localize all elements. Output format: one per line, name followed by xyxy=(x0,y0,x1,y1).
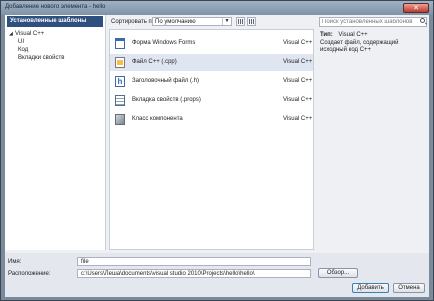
tree-item-code[interactable]: Код xyxy=(9,46,64,54)
title-bar[interactable]: Добавление нового элемента - hello ✕ xyxy=(1,1,433,15)
tree-item-property-sheets[interactable]: Вкладки свойств xyxy=(9,54,64,62)
list-view-icon xyxy=(249,19,254,24)
installed-templates-panel: Установленные шаблоны ◢ Visual C++ UI Код… xyxy=(5,15,106,250)
window-title: Добавление нового элемента - hello xyxy=(5,4,106,10)
template-name: Файл C++ (.cpp) xyxy=(132,59,177,65)
installed-templates-header[interactable]: Установленные шаблоны xyxy=(7,16,103,27)
template-item-property-sheet[interactable]: Вкладка свойств (.props) Visual C++ xyxy=(110,92,313,109)
template-item-cpp-file[interactable]: Файл C++ (.cpp) Visual C++ xyxy=(110,54,313,71)
sort-dropdown-value: По умолчанию xyxy=(155,19,196,25)
browse-button[interactable]: Обзор... xyxy=(318,268,358,278)
cpp-file-icon xyxy=(115,57,125,68)
tree-item-ui[interactable]: UI xyxy=(9,38,64,46)
add-new-item-dialog: Добавление нового элемента - hello ✕ Уст… xyxy=(0,0,434,301)
item-settings-area: Имя: file Расположение: c:\Users\Леша\do… xyxy=(5,253,429,297)
template-name: Класс компонента xyxy=(132,116,183,122)
medium-icons-view-button[interactable] xyxy=(236,17,245,26)
tree-item-label: Код xyxy=(18,47,29,53)
location-field[interactable]: c:\Users\Леша\documents\visual studio 20… xyxy=(77,269,311,278)
name-field[interactable]: file xyxy=(77,257,311,266)
type-label: Тип: xyxy=(320,32,333,38)
templates-panel: Сортировать по: По умолчанию ▼ Форма Win… xyxy=(109,15,314,250)
tree-item-label: Вкладки свойств xyxy=(18,55,65,61)
search-icon[interactable] xyxy=(420,18,425,23)
header-file-icon: h xyxy=(115,76,125,87)
windows-form-icon xyxy=(115,38,125,49)
template-name: Заголовочный файл (.h) xyxy=(132,78,200,84)
details-panel: Тип: Visual C++ Создает файл, содержащий… xyxy=(317,15,429,250)
close-button[interactable]: ✕ xyxy=(403,3,429,13)
template-type: Visual C++ xyxy=(283,116,313,122)
sort-dropdown[interactable]: По умолчанию ▼ xyxy=(152,17,232,26)
template-name: Вкладка свойств (.props) xyxy=(132,97,201,103)
cancel-button[interactable]: Отмена xyxy=(393,283,425,293)
template-item-component-class[interactable]: Класс компонента Visual C++ xyxy=(110,111,313,128)
small-icons-view-button[interactable] xyxy=(247,17,256,26)
description-text: Создает файл, содержащий исходный код C+… xyxy=(320,40,399,53)
sort-label: Сортировать по: xyxy=(111,19,157,25)
template-type: Visual C++ xyxy=(283,40,313,46)
tree-item-visual-cpp[interactable]: ◢ Visual C++ xyxy=(9,30,64,38)
template-item-header-file[interactable]: h Заголовочный файл (.h) Visual C++ xyxy=(110,73,313,90)
add-button[interactable]: Добавить xyxy=(352,283,389,293)
template-item-windows-form[interactable]: Форма Windows Forms Visual C++ xyxy=(110,35,313,52)
tree-item-label: Visual C++ xyxy=(15,31,45,37)
property-sheet-icon xyxy=(115,95,125,106)
location-label: Расположение: xyxy=(8,271,51,277)
type-value: Visual C++ xyxy=(338,32,368,38)
template-type: Visual C++ xyxy=(283,59,313,65)
dialog-client-area: Установленные шаблоны ◢ Visual C++ UI Код… xyxy=(5,15,429,297)
template-name: Форма Windows Forms xyxy=(132,40,196,46)
chevron-down-icon[interactable]: ▼ xyxy=(222,18,231,25)
templates-list: Форма Windows Forms Visual C++ Файл C++ … xyxy=(109,29,314,250)
template-type: Visual C++ xyxy=(283,97,313,103)
component-class-icon xyxy=(115,114,125,125)
tree-item-label: UI xyxy=(18,39,24,45)
template-description: Тип: Visual C++ Создает файл, содержащий… xyxy=(320,32,426,54)
template-category-tree: ◢ Visual C++ UI Код Вкладки свойств xyxy=(9,30,64,62)
grid-view-icon xyxy=(238,19,243,24)
name-label: Имя: xyxy=(8,259,22,265)
template-type: Visual C++ xyxy=(283,78,313,84)
search-input[interactable] xyxy=(319,17,427,27)
